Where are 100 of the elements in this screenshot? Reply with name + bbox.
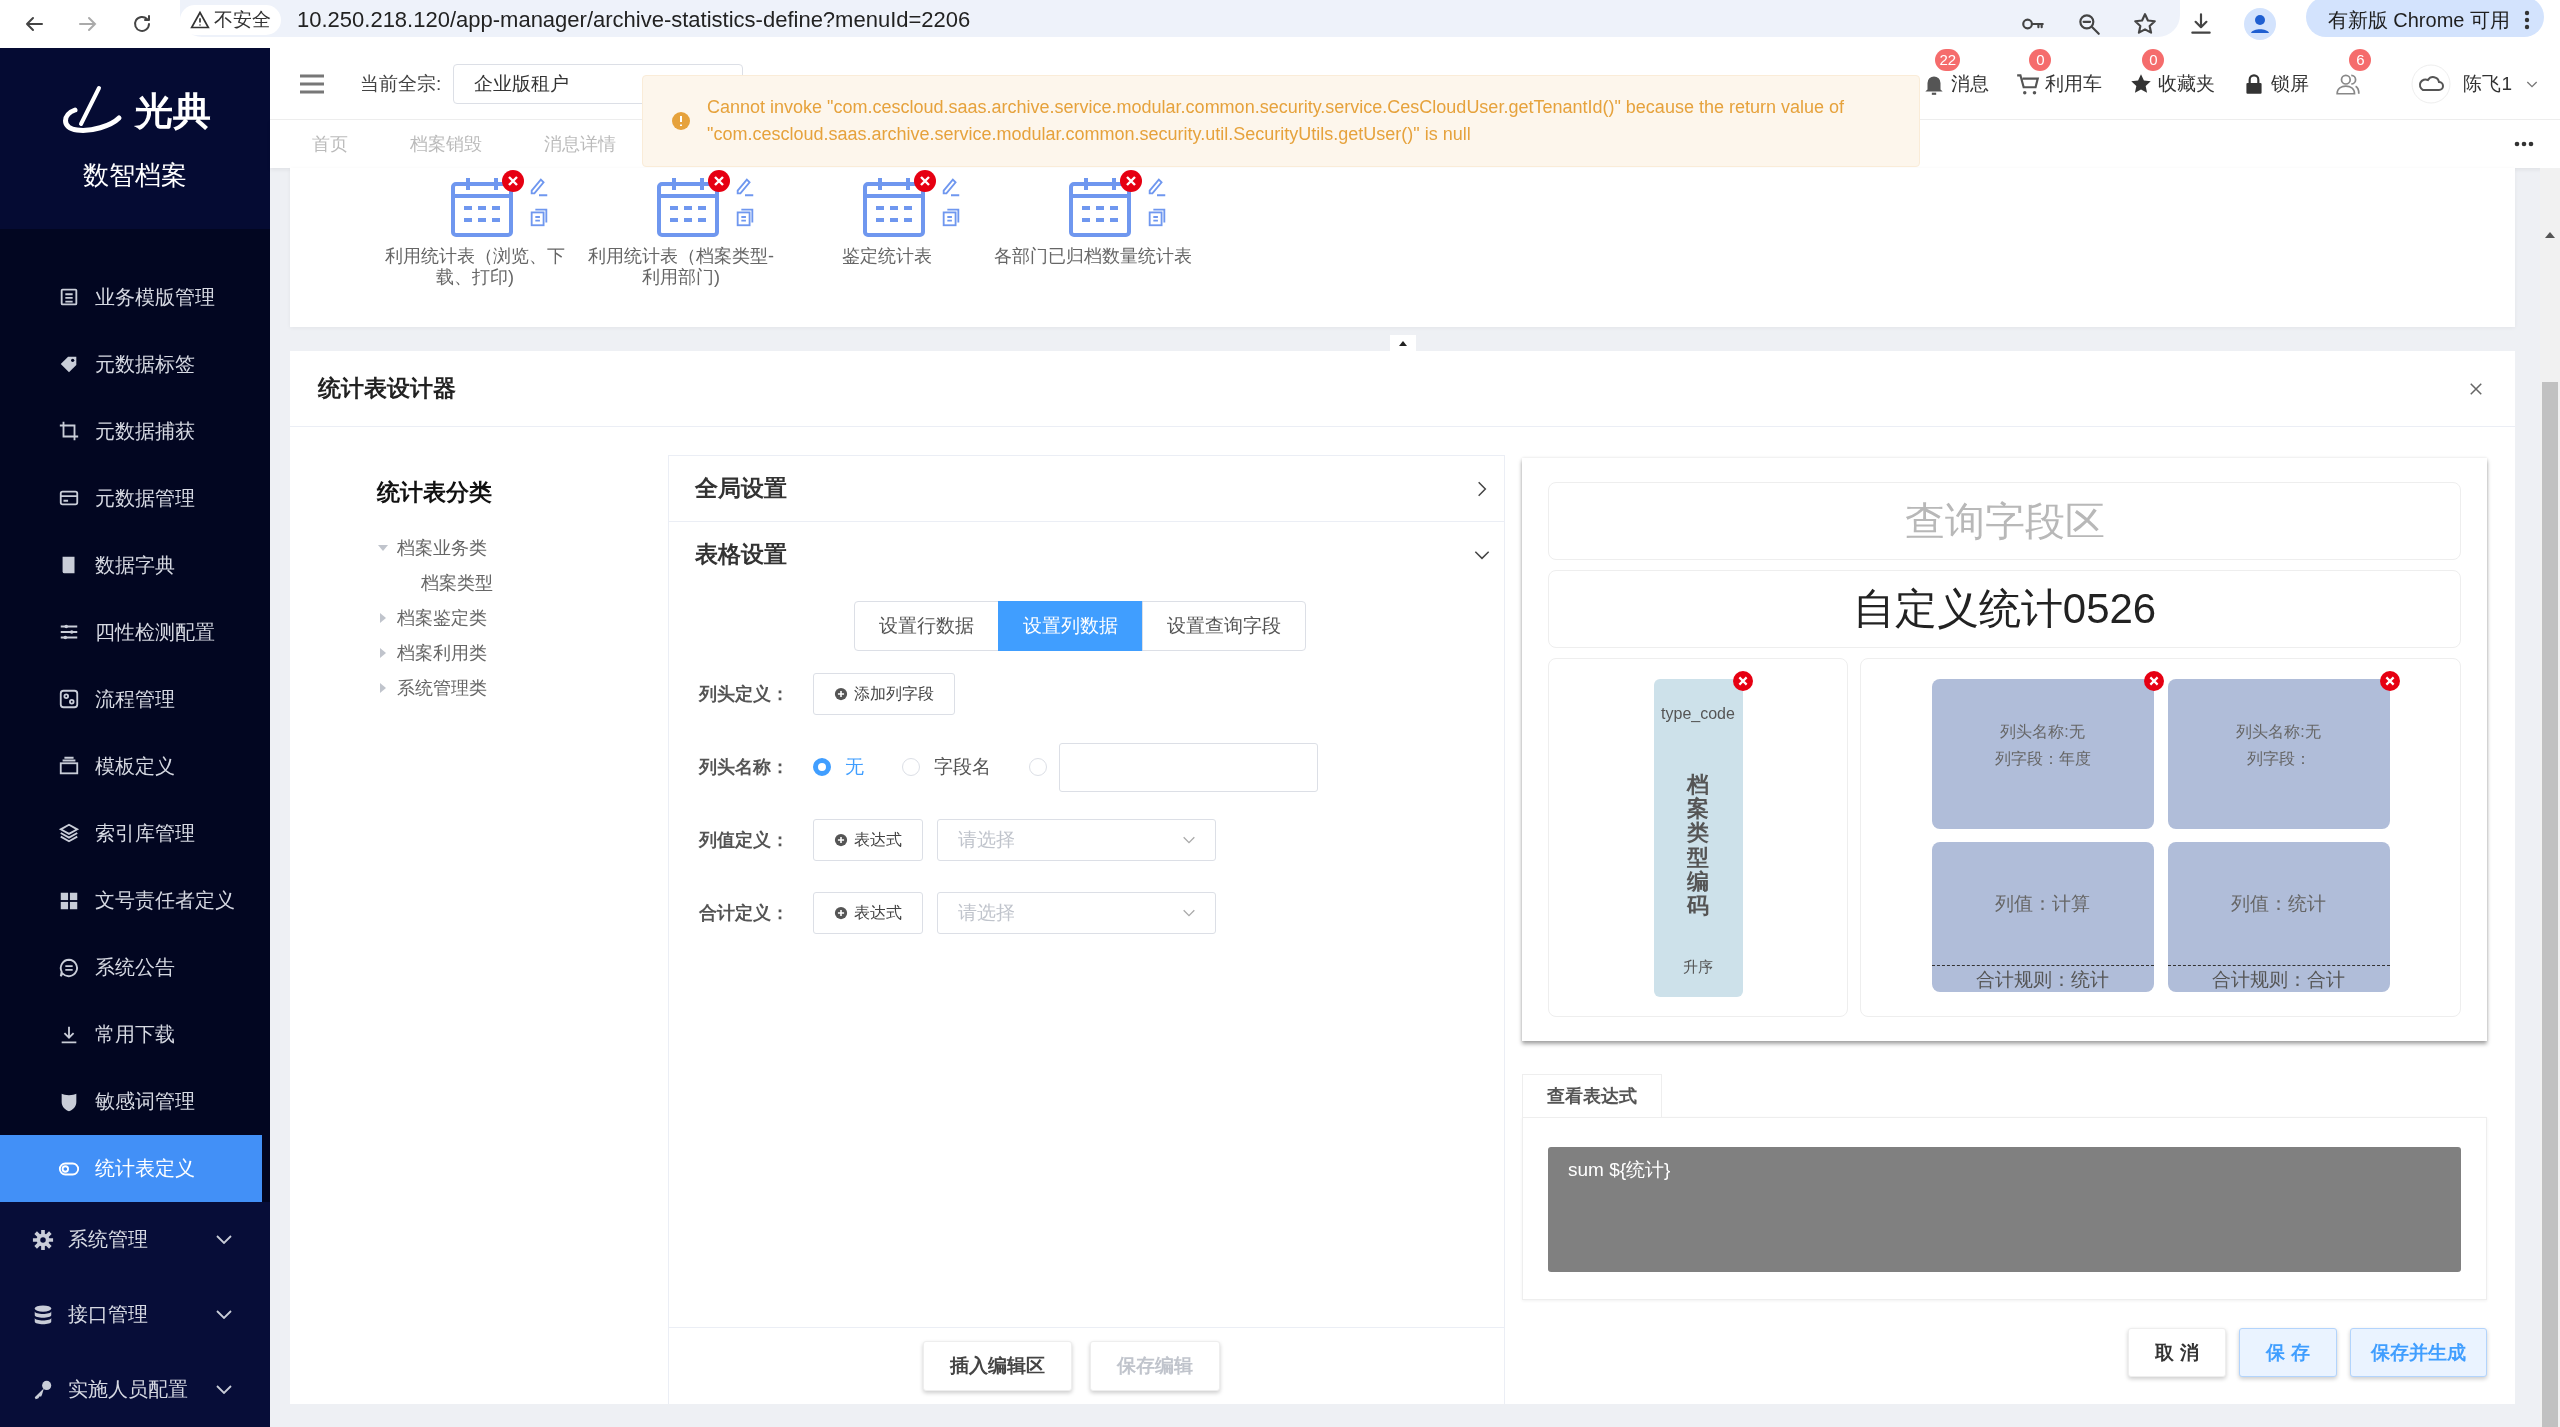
security-label: 不安全: [214, 8, 271, 32]
column-value-card[interactable]: 列值：统计 合计规则：合计: [2167, 842, 2390, 992]
url-text[interactable]: 10.250.218.120/app-manager/archive-statistics-define?menuId=2206: [297, 7, 971, 33]
sidebar-item[interactable]: 流程管理: [0, 665, 262, 733]
segment-tab[interactable]: 设置查询字段: [1142, 601, 1306, 651]
edit-icon[interactable]: [734, 176, 756, 198]
template-title[interactable]: 各部门已归档数量统计表: [993, 246, 1193, 267]
remove-icon[interactable]: [708, 170, 730, 192]
template-title[interactable]: 鉴定统计表: [787, 246, 987, 267]
sidebar-item[interactable]: 元数据标签: [0, 330, 262, 398]
sidebar-item[interactable]: 敏感词管理: [0, 1068, 262, 1136]
toolbar-link[interactable]: 利用车: [2045, 70, 2103, 97]
field-code: type_code: [1661, 705, 1735, 723]
toolbar-link[interactable]: 锁屏: [2271, 70, 2310, 97]
sidebar-item[interactable]: 模板定义: [0, 732, 262, 800]
fonds-label: 当前全宗:: [360, 71, 442, 96]
column-value: 列值：统计: [2231, 891, 2326, 916]
edit-icon[interactable]: [528, 176, 550, 198]
field-name: 档案类型编码: [1687, 773, 1709, 919]
sidebar-item[interactable]: 文号责任者定义: [0, 867, 262, 935]
copy-icon[interactable]: [528, 206, 550, 228]
edit-icon[interactable]: [940, 176, 962, 198]
more-icon[interactable]: [2514, 141, 2534, 147]
plus-circle-icon: [834, 906, 848, 920]
column-name: 列头名称:无: [2000, 722, 2085, 742]
update-button[interactable]: 有新版 Chrome 可用: [2305, 0, 2544, 37]
star-icon[interactable]: [2131, 11, 2158, 37]
remove-icon[interactable]: [2143, 671, 2164, 691]
sidebar-item[interactable]: 业务模版管理: [0, 263, 262, 331]
copy-icon[interactable]: [940, 206, 962, 228]
security-chip[interactable]: 不安全: [180, 5, 281, 35]
column-value: 列值：计算: [1995, 891, 2090, 916]
tree-item[interactable]: 档案鉴定类: [397, 605, 487, 630]
count-badge: 6: [2349, 48, 2372, 71]
column-value-card[interactable]: 列值：计算 合计规则：统计: [1931, 842, 2154, 992]
toolbar-link[interactable]: 消息: [1951, 70, 1990, 97]
sidebar-item[interactable]: 系统公告: [0, 934, 262, 1002]
scroll-up-icon[interactable]: [2544, 230, 2556, 240]
more-icon: [2524, 10, 2530, 30]
add-button[interactable]: 表达式: [813, 892, 923, 934]
edit-icon[interactable]: [1146, 176, 1168, 198]
radio-button[interactable]: [813, 758, 831, 776]
total-rule: 合计规则：统计: [1931, 965, 2154, 992]
user-name[interactable]: 陈飞1: [2463, 70, 2512, 97]
column-field: 列字段：年度: [1994, 749, 2091, 770]
gear-icon: [32, 1228, 54, 1251]
add-button[interactable]: 添加列字段: [813, 673, 955, 715]
category-title: 统计表分类: [377, 478, 493, 507]
sidebar-item[interactable]: 索引库管理: [0, 799, 262, 867]
count-badge: 22: [1935, 48, 1961, 71]
remove-icon[interactable]: [2379, 671, 2400, 691]
segment-tab[interactable]: 设置行数据: [854, 601, 999, 651]
copy-icon[interactable]: [734, 206, 756, 228]
scrollbar-thumb[interactable]: [2542, 382, 2558, 1427]
chat-icon: [58, 956, 80, 979]
warning-icon: [671, 111, 691, 131]
sidebar-item[interactable]: 元数据管理: [0, 464, 262, 532]
template-title[interactable]: 利用统计表（浏览、下载、打印): [375, 246, 575, 288]
section-title[interactable]: 全局设置: [695, 473, 787, 504]
action-button[interactable]: 插入编辑区: [923, 1341, 1072, 1391]
remove-icon[interactable]: [914, 170, 936, 192]
calendar-icon[interactable]: [862, 176, 926, 238]
crop-icon: [58, 420, 80, 443]
profile-icon[interactable]: [2243, 8, 2276, 40]
section-title[interactable]: 表格设置: [695, 539, 787, 570]
sidebar-item[interactable]: 数据字典: [0, 531, 262, 599]
remove-icon[interactable]: [1120, 170, 1142, 192]
sidebar-item[interactable]: 元数据捕获: [0, 397, 262, 465]
text-input[interactable]: [1059, 742, 1318, 792]
template-title[interactable]: 利用统计表（档案类型-利用部门): [581, 246, 781, 288]
calendar-icon[interactable]: [656, 176, 720, 238]
cloud-avatar-icon[interactable]: [2411, 63, 2452, 104]
logo-text: 光典: [135, 89, 211, 135]
calendar-icon[interactable]: [450, 176, 514, 238]
sidebar-item[interactable]: 常用下载: [0, 1001, 262, 1069]
dialog-title: 统计表设计器: [318, 374, 456, 403]
add-button[interactable]: 表达式: [813, 819, 923, 861]
field-label: 列头定义：: [699, 683, 790, 706]
query-field-area: 查询字段区: [1548, 482, 2461, 560]
copy-icon[interactable]: [1146, 206, 1168, 228]
database-icon: [32, 1303, 54, 1326]
sort-order: 升序: [1683, 958, 1713, 977]
tree-item[interactable]: 系统管理类: [397, 675, 487, 700]
layers-icon: [58, 822, 80, 845]
remove-icon[interactable]: [1732, 671, 1753, 691]
expression-tab[interactable]: 查看表达式: [1522, 1074, 1662, 1117]
collapse-toggle-icon[interactable]: [1389, 335, 1416, 351]
remove-icon[interactable]: [502, 170, 524, 192]
count-badge: 0: [2142, 48, 2165, 71]
sidebar-item[interactable]: 四性检测配置: [0, 598, 262, 666]
toolbar-link[interactable]: 收藏夹: [2158, 70, 2216, 97]
radio-label[interactable]: 字段名: [934, 754, 991, 780]
field-label: 合计定义：: [699, 902, 790, 925]
field-label: 列值定义：: [699, 829, 790, 852]
row-field-card[interactable]: type_code 档案类型编码 升序: [1653, 679, 1743, 997]
tree-item[interactable]: 档案类型: [421, 570, 493, 595]
tree-item[interactable]: 档案业务类: [397, 535, 487, 560]
calendar-icon[interactable]: [1068, 176, 1132, 238]
tree-item[interactable]: 档案利用类: [397, 640, 487, 665]
action-button[interactable]: 取 消: [2128, 1328, 2226, 1377]
